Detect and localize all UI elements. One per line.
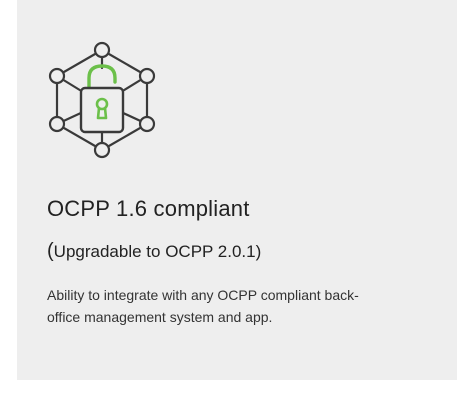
feature-subtitle: (Upgradable to OCPP 2.0.1) <box>47 240 261 263</box>
feature-title: OCPP 1.6 compliant <box>47 196 250 221</box>
subtitle-text: Upgradable to OCPP 2.0.1) <box>53 242 262 261</box>
feature-card: OCPP 1.6 compliant (Upgradable to OCPP 2… <box>17 0 457 380</box>
subtitle-open-paren: ( <box>47 240 54 262</box>
feature-description: Ability to integrate with any OCPP compl… <box>47 287 359 325</box>
network-padlock-icon <box>47 40 157 160</box>
